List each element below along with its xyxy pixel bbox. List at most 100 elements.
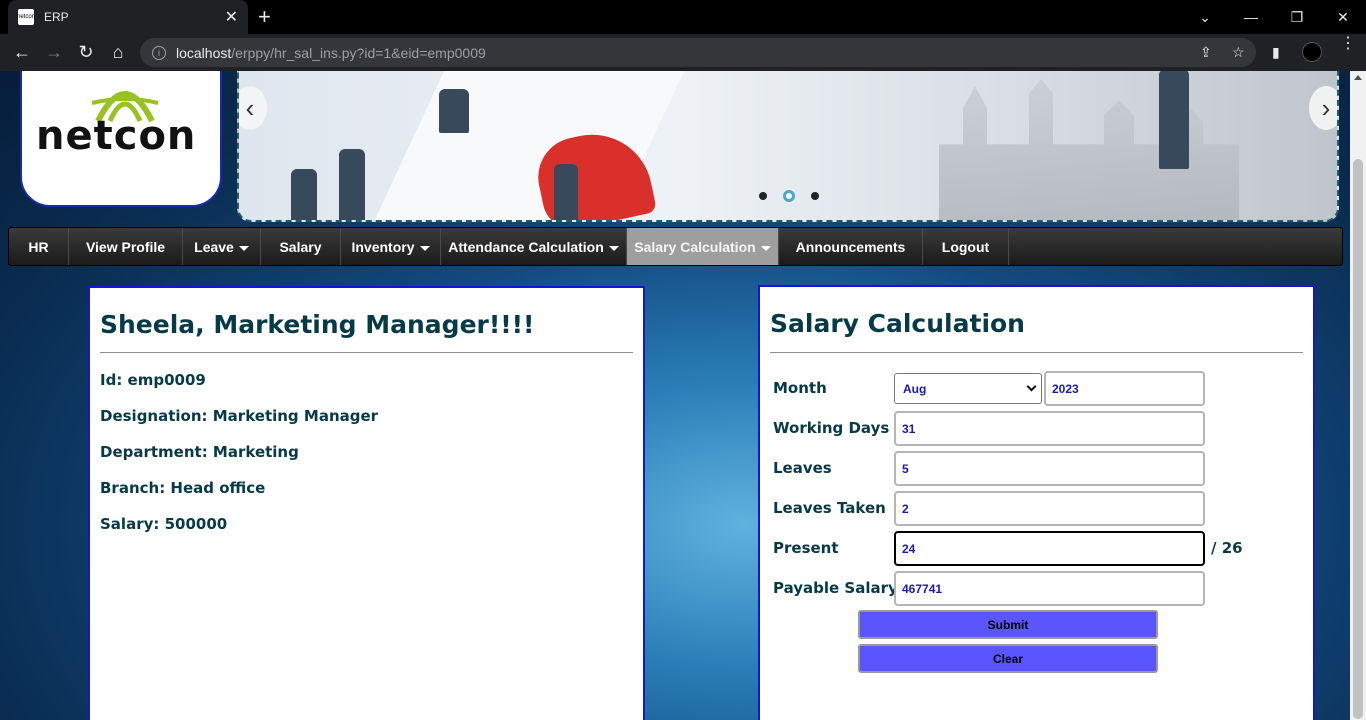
present-value: 24: [902, 541, 916, 556]
menu-label: Attendance Calculation: [448, 238, 604, 255]
leaves-taken-label: Leaves Taken: [773, 499, 886, 517]
new-tab-icon[interactable]: +: [258, 4, 271, 30]
banner-person: [291, 169, 317, 220]
url-path: /erppy/hr_sal_ins.py?id=1&eid=emp0009: [231, 44, 486, 61]
working-days-value: 31: [902, 421, 916, 436]
menu-salary-calculation[interactable]: Salary Calculation: [627, 228, 779, 265]
payable-salary-label: Payable Salary: [773, 579, 898, 597]
share-icon[interactable]: ⇪: [1200, 44, 1212, 61]
home-icon[interactable]: ⌂: [106, 40, 130, 64]
browser-menu-icon[interactable]: ⋮: [1340, 36, 1356, 52]
clear-button[interactable]: Clear: [858, 644, 1158, 673]
salary-calculation-panel: Salary Calculation Month Aug 2023 Workin…: [758, 285, 1315, 720]
menu-inventory[interactable]: Inventory: [341, 228, 441, 265]
menu-announcements[interactable]: Announcements: [779, 228, 923, 265]
leaves-taken-input[interactable]: 2: [894, 491, 1205, 526]
payable-salary-value: 467741: [902, 581, 943, 596]
caret-down-icon: [608, 245, 619, 251]
carousel-dot[interactable]: [759, 192, 767, 200]
side-panel-icon[interactable]: ▮: [1272, 44, 1280, 61]
year-input[interactable]: 2023: [1044, 371, 1205, 406]
tab-title: ERP: [44, 10, 69, 24]
menu-attendance-calculation[interactable]: Attendance Calculation: [441, 228, 627, 265]
address-bar[interactable]: i localhost/erppy/hr_sal_ins.py?id=1&eid…: [140, 38, 1256, 67]
month-label: Month: [773, 379, 827, 397]
banner-person: [339, 149, 365, 220]
browser-toolbar: ← → ↻ ⌂ i localhost/erppy/hr_sal_ins.py?…: [0, 34, 1366, 71]
browser-tab[interactable]: netcon ERP ✕: [8, 0, 248, 34]
employee-branch: Branch: Head office: [100, 479, 266, 497]
close-tab-icon[interactable]: ✕: [225, 7, 238, 27]
menu-logout[interactable]: Logout: [923, 228, 1009, 265]
menu-label: Inventory: [351, 238, 415, 255]
month-value: Aug: [903, 381, 927, 396]
carousel-dot[interactable]: [811, 192, 819, 200]
browser-tabbar: netcon ERP ✕ + ⌄ — ❐ ✕: [0, 0, 1366, 34]
restore-icon[interactable]: ❐: [1274, 0, 1320, 34]
image-carousel: ‹ ›: [237, 71, 1339, 222]
reload-icon[interactable]: ↻: [74, 40, 98, 64]
banner-person: [554, 164, 578, 220]
menu-hr[interactable]: HR: [9, 228, 69, 265]
carousel-dot-active[interactable]: [783, 190, 795, 202]
month-select[interactable]: Aug: [894, 373, 1042, 404]
divider: [770, 352, 1303, 353]
leaves-value: 5: [902, 461, 909, 476]
caret-down-icon: [419, 245, 430, 251]
year-value: 2023: [1052, 381, 1079, 396]
banner-person: [1159, 71, 1189, 169]
company-logo: netcon: [20, 71, 222, 207]
page-scrollbar[interactable]: [1350, 71, 1366, 720]
payable-salary-input[interactable]: 467741: [894, 571, 1205, 606]
favicon-icon: netcon: [17, 9, 35, 25]
scrollbar-thumb[interactable]: [1353, 159, 1363, 719]
bookmark-star-icon[interactable]: ☆: [1232, 44, 1245, 61]
employee-department: Department: Marketing: [100, 443, 299, 461]
scroll-up-icon[interactable]: [1354, 75, 1362, 80]
menu-label: Salary Calculation: [634, 238, 756, 255]
working-days-input[interactable]: 31: [894, 411, 1205, 446]
menu-label: View Profile: [85, 238, 166, 255]
present-label: Present: [773, 539, 839, 557]
tab-search-icon[interactable]: ⌄: [1182, 0, 1228, 34]
banner-castle-graphic: [939, 79, 1239, 220]
employee-id: Id: emp0009: [100, 371, 206, 389]
salary-heading: Salary Calculation: [770, 309, 1025, 338]
leaves-label: Leaves: [773, 459, 832, 477]
window-close-icon[interactable]: ✕: [1320, 0, 1366, 34]
divider: [100, 352, 633, 353]
main-menu: HR View Profile Leave Salary Inventory A…: [8, 227, 1343, 266]
banner-person: [439, 89, 469, 133]
url-host: localhost: [176, 44, 232, 61]
menu-salary[interactable]: Salary: [261, 228, 341, 265]
minimize-icon[interactable]: —: [1228, 0, 1274, 34]
working-days-label: Working Days: [773, 419, 890, 437]
menu-label: Leave: [194, 238, 234, 255]
employee-designation: Designation: Marketing Manager: [100, 407, 379, 425]
logo-text: netcon: [36, 113, 197, 159]
caret-down-icon: [760, 245, 771, 251]
profile-heading: Sheela, Marketing Manager!!!!: [100, 310, 535, 339]
menu-label: HR: [28, 238, 49, 255]
back-icon[interactable]: ←: [10, 40, 34, 64]
profile-panel: Sheela, Marketing Manager!!!! Id: emp000…: [88, 286, 645, 720]
present-input[interactable]: 24: [894, 531, 1205, 566]
profile-avatar[interactable]: [1302, 42, 1322, 62]
submit-button[interactable]: Submit: [858, 610, 1158, 639]
employee-salary: Salary: 500000: [100, 515, 228, 533]
caret-down-icon: [238, 245, 249, 251]
menu-leave[interactable]: Leave: [183, 228, 261, 265]
carousel-prev-button[interactable]: ‹: [239, 86, 267, 130]
menu-label: Announcements: [795, 238, 906, 255]
present-total: / 26: [1211, 539, 1243, 557]
chevron-down-icon: [1026, 381, 1037, 392]
leaves-input[interactable]: 5: [894, 451, 1205, 486]
carousel-next-button[interactable]: ›: [1309, 86, 1337, 130]
menu-label: Logout: [941, 238, 990, 255]
site-info-icon[interactable]: i: [152, 45, 166, 60]
menu-label: Salary: [279, 238, 322, 255]
leaves-taken-value: 2: [902, 501, 909, 516]
menu-view-profile[interactable]: View Profile: [69, 228, 183, 265]
forward-icon[interactable]: →: [42, 40, 66, 64]
page-content: netcon ‹ › HR View Profile Leave Salary …: [0, 71, 1350, 720]
